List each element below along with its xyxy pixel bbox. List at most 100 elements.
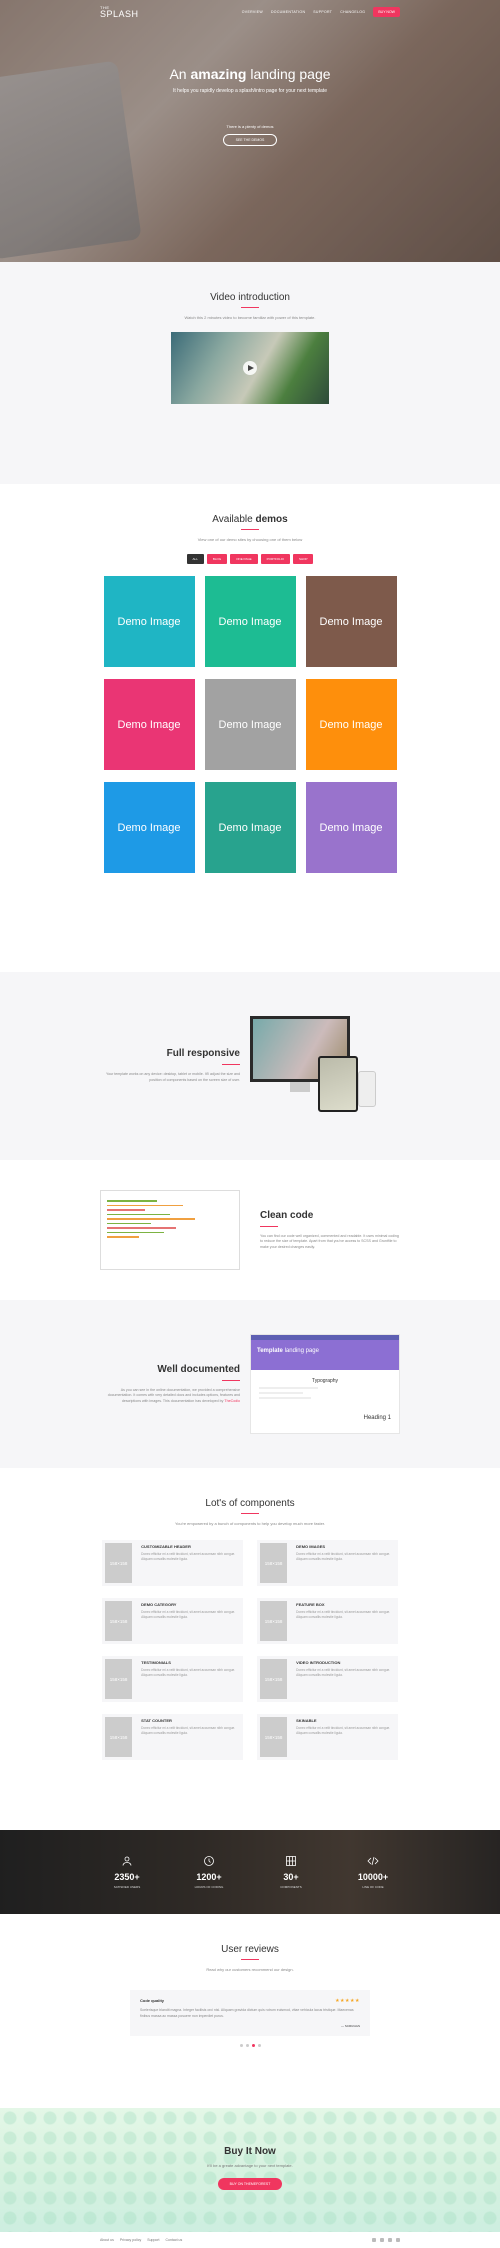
demo-item[interactable]: Demo Image — [305, 576, 397, 667]
responsive-section: Full responsive Your template works on a… — [0, 972, 500, 1160]
demo-item[interactable]: Demo Image — [204, 576, 296, 667]
grid-icon — [286, 1856, 296, 1866]
carousel-dots — [0, 2044, 500, 2048]
buy-now-button[interactable]: BUY NOW — [373, 7, 400, 17]
filter-all[interactable]: ALL — [186, 554, 204, 564]
title-divider — [241, 1959, 259, 1960]
buy-subtitle: It'll be a greate advantage to your next… — [207, 2163, 293, 2168]
component-desc: Donec efficitur mi a velit tincidunt, si… — [296, 1610, 391, 1619]
code-snippet — [100, 1190, 240, 1270]
review-quote: Scelerisque blandit magna. Integer facil… — [140, 2008, 354, 2018]
demo-filters: ALL BLOG ONE PAGE PORTFOLIO SHOP — [0, 554, 500, 564]
counter-number: 2350+ — [114, 1872, 140, 1882]
title-divider — [241, 307, 259, 308]
component-title: SKINABLE — [296, 1718, 317, 1723]
demo-item[interactable]: Demo Image — [103, 679, 195, 770]
component-desc: Donec efficitur mi a velit tincidunt, si… — [296, 1552, 391, 1561]
docs-header-rest: landing page — [284, 1348, 319, 1354]
demo-item[interactable]: Demo Image — [204, 782, 296, 873]
component-card: 158×158 DEMO CATEGORY Donec efficitur mi a… — [102, 1598, 243, 1644]
social-icon[interactable] — [380, 2238, 384, 2242]
component-card: 158×158 FEATURE BOX Donec efficitur mi a v… — [257, 1598, 398, 1644]
social-icon[interactable] — [388, 2238, 392, 2242]
devices-illustration — [250, 1016, 400, 1116]
carousel-dot[interactable] — [245, 2044, 249, 2048]
nav-link-support[interactable]: SUPPORT — [313, 10, 332, 14]
reviews-lead: Read why our customers recommend our des… — [206, 1967, 294, 1972]
video-player[interactable] — [171, 332, 329, 404]
code-icon — [367, 1856, 379, 1866]
social-icon[interactable] — [396, 2238, 400, 2242]
title-divider — [222, 1064, 240, 1066]
docs-typography: Typography — [311, 1378, 339, 1384]
component-thumb: 158×158 — [260, 1543, 288, 1583]
footer-link-privacy[interactable]: Privacy policy — [120, 2238, 141, 2242]
video-title: Video introduction — [210, 292, 290, 303]
buy-title-bold: Buy — [224, 2146, 244, 2157]
nav-link-changelog[interactable]: CHANGELOG — [340, 10, 365, 14]
component-thumb: 158×158 — [260, 1659, 288, 1699]
component-desc: Donec efficitur mi a velit tincidunt, si… — [141, 1552, 236, 1561]
clean-code-text: Clean code You can find our code well or… — [260, 1210, 400, 1251]
review-card: Code quality ★★★★★ Scelerisque blandit m… — [130, 1990, 370, 2037]
tablet-illustration — [318, 1056, 358, 1112]
components-grid: 158×158 CUSTOMIZABLE HEADER Donec efficitu… — [0, 1540, 500, 1760]
demo-item[interactable]: Demo Image — [305, 782, 397, 873]
reviews-section: User reviews Read why our customers reco… — [0, 1914, 500, 2108]
buy-title: Buy It Now — [0, 2146, 500, 2157]
nav-link-documentation[interactable]: DOCUMENTATION — [271, 10, 305, 14]
counter-hours: 1200+ HOURS OF CODING — [189, 1855, 229, 1889]
footer: About us Privacy policy Support Contact … — [0, 2232, 500, 2248]
star-rating-icon: ★★★★★ — [335, 1998, 360, 2004]
buy-themeforest-button[interactable]: BUY ON THEMEFOREST — [217, 2178, 283, 2190]
docs-heading: Heading 1 — [363, 1415, 391, 1421]
component-title: CUSTOMIZABLE HEADER — [141, 1544, 191, 1549]
nav-links: OVERVIEW DOCUMENTATION SUPPORT CHANGELOG… — [242, 7, 400, 17]
components-lead: You're empowered by a bunch of component… — [174, 1521, 326, 1526]
component-thumb: 158×158 — [260, 1717, 288, 1757]
component-card: 158×158 VIDEO INTRODUCTION Donec efficitur… — [257, 1656, 398, 1702]
component-thumb: 158×158 — [105, 1659, 133, 1699]
video-lead: Watch this 2 minutes video to become fam… — [184, 315, 316, 320]
filter-shop[interactable]: SHOP — [292, 554, 314, 564]
counter-users: 2350+ SATISFIED USERS — [107, 1855, 147, 1889]
hero-title: An amazing landing page — [0, 66, 500, 82]
demo-item[interactable]: Demo Image — [103, 576, 195, 667]
docs-preview: Template landing page Typography Heading… — [250, 1334, 400, 1434]
filter-blog[interactable]: BLOG — [206, 554, 228, 564]
thecodio-link[interactable]: TheCodio — [224, 1399, 240, 1403]
play-icon[interactable] — [243, 361, 257, 375]
footer-link-about[interactable]: About us — [100, 2238, 114, 2242]
documented-title-pre: Well — [157, 1363, 178, 1375]
footer-link-support[interactable]: Support — [147, 2238, 159, 2242]
demo-item[interactable]: Demo Image — [204, 679, 296, 770]
logo[interactable]: THE SPLASH — [100, 5, 139, 19]
demo-item[interactable]: Demo Image — [305, 679, 397, 770]
demo-item[interactable]: Demo Image — [103, 782, 195, 873]
see-demos-button[interactable]: SEE THE DEMOS — [222, 134, 278, 146]
component-title: STAT COUNTER — [141, 1718, 172, 1723]
clean-code-title: Clean code — [260, 1209, 314, 1221]
demo-grid: Demo Image Demo Image Demo Image Demo Im… — [0, 576, 500, 873]
demos-title: Available demos — [0, 514, 500, 525]
nav-link-overview[interactable]: OVERVIEW — [242, 10, 263, 14]
component-desc: Donec efficitur mi a velit tincidunt, si… — [141, 1668, 236, 1677]
hero-small-text: There is a plenty of demos — [226, 124, 274, 129]
component-desc: Donec efficitur mi a velit tincidunt, si… — [296, 1726, 391, 1735]
social-icon[interactable] — [372, 2238, 376, 2242]
documented-body-main: As you can see in the online documentati… — [107, 1387, 240, 1403]
user-icon — [122, 1856, 132, 1866]
demos-title-pre: Available — [212, 514, 253, 525]
footer-link-contact[interactable]: Contact us — [166, 2238, 183, 2242]
component-card: 158×158 SKINABLE Donec efficitur mi a veli… — [257, 1714, 398, 1760]
documented-title-post: documented — [180, 1363, 240, 1375]
carousel-dot[interactable] — [257, 2044, 261, 2048]
filter-one-page[interactable]: ONE PAGE — [230, 554, 258, 564]
carousel-dot-active[interactable] — [251, 2044, 255, 2048]
hero-title-post: landing page — [250, 66, 331, 82]
docs-header: Template landing page — [251, 1340, 399, 1370]
filter-portfolio[interactable]: PORTFOLIO — [260, 554, 290, 564]
carousel-dot[interactable] — [239, 2044, 243, 2048]
reviews-title: User reviews — [221, 1944, 279, 1955]
responsive-body: Your template works on any device: deskt… — [106, 1072, 240, 1082]
